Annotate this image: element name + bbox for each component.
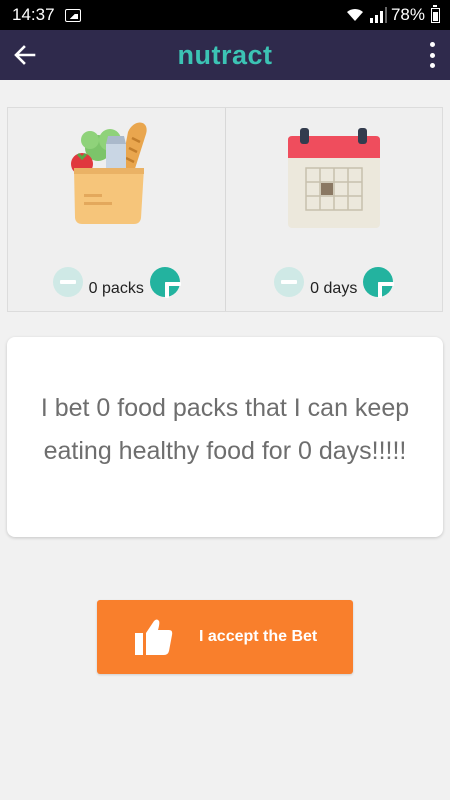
packs-card: 0 packs (8, 108, 225, 311)
bet-statement-text: I bet 0 food packs that I can keep eatin… (40, 394, 410, 465)
signal-icon (369, 7, 387, 23)
thumbs-up-icon (135, 619, 173, 655)
calendar-icon (287, 128, 380, 228)
packs-minus-button[interactable] (52, 267, 83, 297)
days-card: 0 days (224, 108, 443, 311)
battery-percent: 78% (390, 5, 425, 24)
days-stepper: 0 days (226, 266, 443, 298)
image-icon (64, 8, 81, 22)
status-bar: 14:37 78% (0, 0, 450, 30)
days-minus-button[interactable] (274, 267, 305, 297)
status-right: 78% (345, 4, 440, 25)
overflow-menu-icon[interactable] (428, 42, 436, 68)
wifi-icon (346, 8, 363, 21)
days-value: 0 days (310, 280, 358, 297)
minus-icon (281, 280, 298, 284)
grocery-bag-icon (71, 122, 147, 224)
packs-value: 0 packs (88, 280, 144, 297)
packs-stepper: 0 packs (8, 266, 225, 298)
accept-bet-label: I accept the Bet (199, 628, 318, 645)
back-arrow-icon[interactable] (12, 42, 38, 68)
bet-statement-card: I bet 0 food packs that I can keep eatin… (7, 337, 443, 537)
accept-bet-button[interactable]: I accept the Bet (97, 600, 353, 674)
bet-selector: 0 packs 0 days (7, 107, 443, 312)
days-plus-button[interactable] (363, 267, 395, 298)
packs-plus-button[interactable] (149, 267, 181, 298)
minus-icon (59, 280, 76, 284)
status-left: 14:37 (12, 5, 81, 25)
app-bar: nutract (0, 30, 450, 80)
status-time: 14:37 (12, 5, 55, 24)
battery-icon (431, 4, 440, 23)
app-logo: nutract (177, 39, 273, 70)
